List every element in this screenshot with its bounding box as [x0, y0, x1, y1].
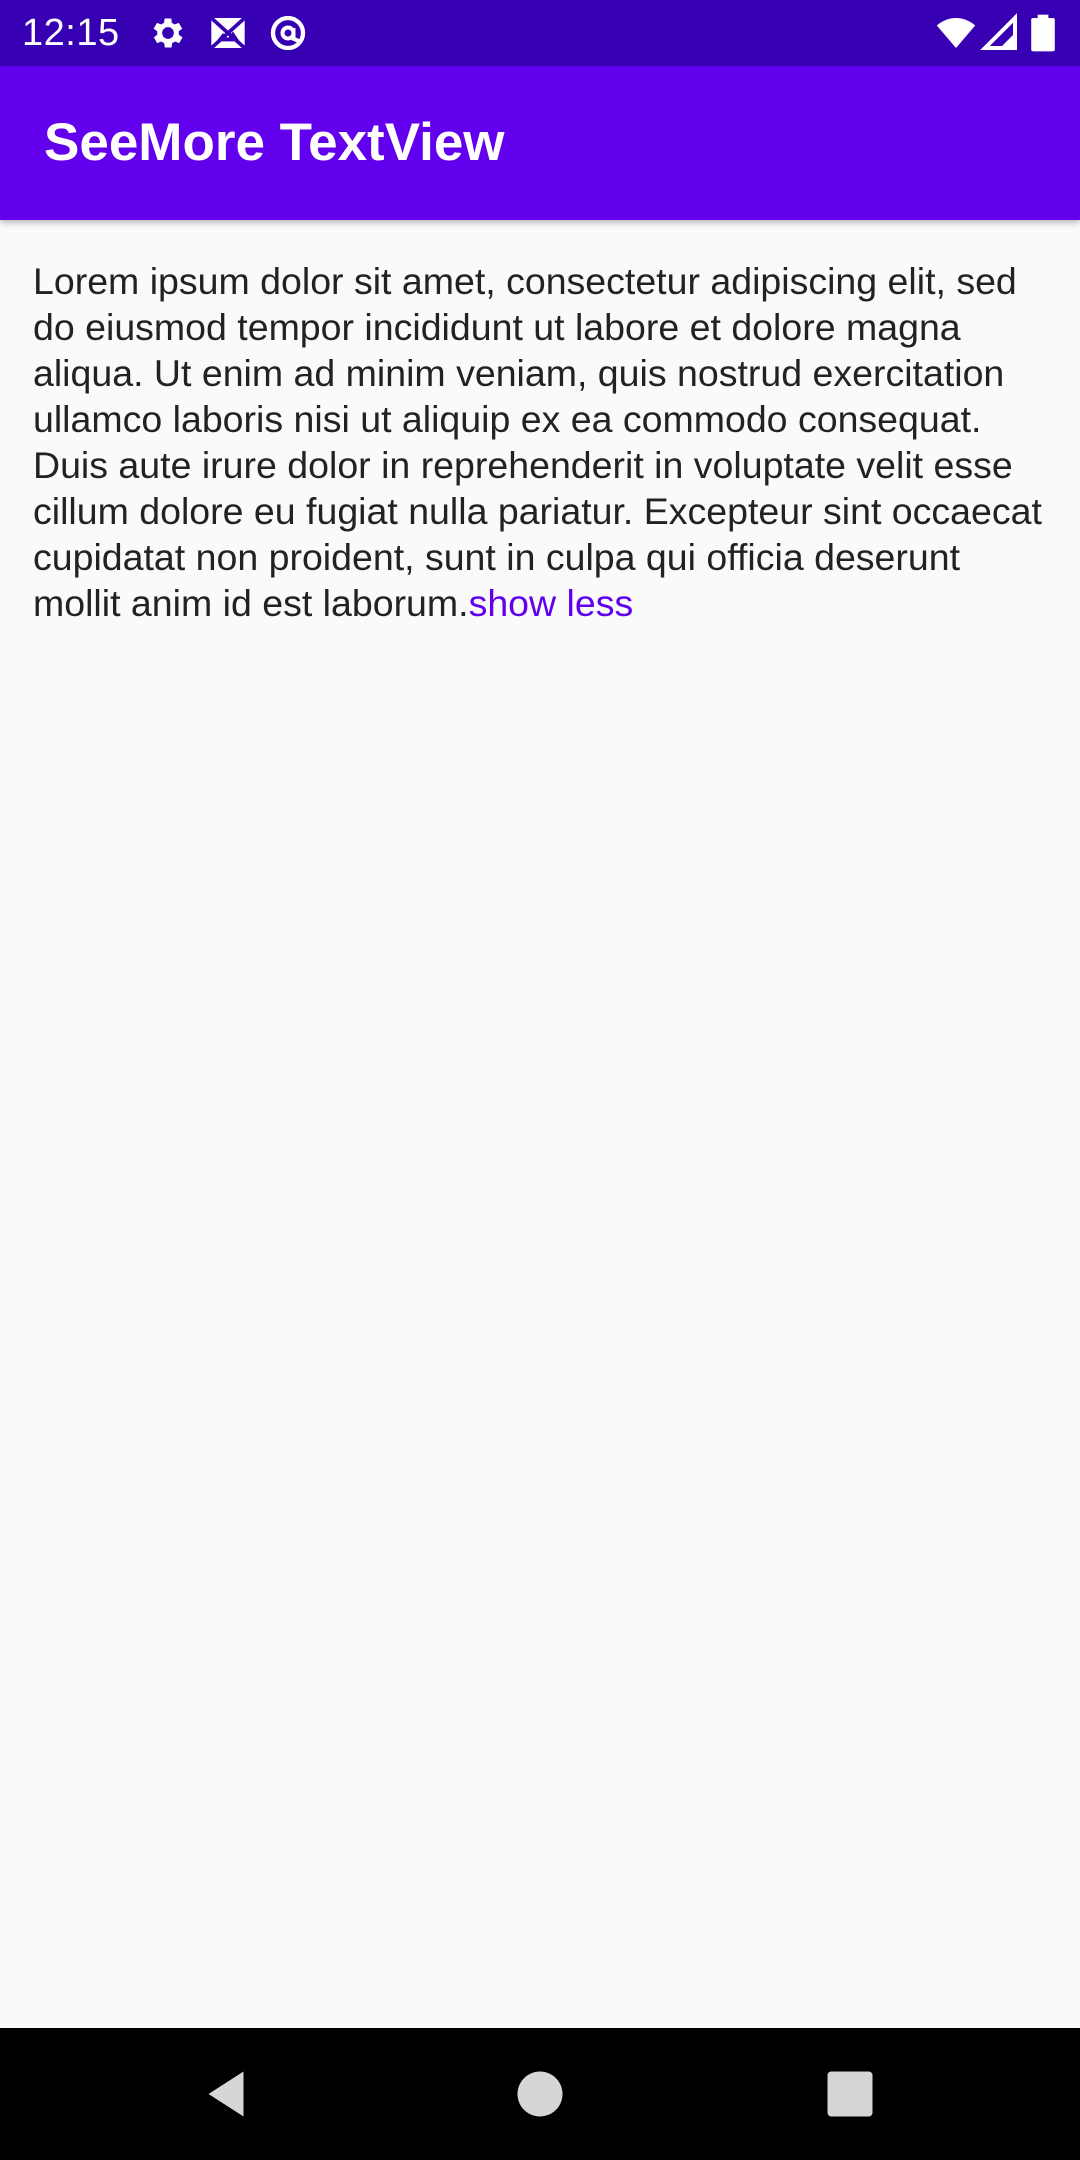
app-bar: SeeMore TextView	[0, 66, 1080, 220]
recents-icon[interactable]	[820, 2064, 880, 2124]
status-time: 12:15	[22, 12, 120, 54]
image-off-icon	[208, 13, 248, 53]
status-bar: 12:15	[0, 0, 1080, 66]
battery-icon	[1028, 13, 1058, 53]
wifi-icon	[936, 13, 976, 53]
signal-icon	[980, 13, 1020, 53]
body-text: Lorem ipsum dolor sit amet, consectetur …	[33, 260, 1042, 624]
show-less-link[interactable]: show less	[469, 582, 634, 624]
expandable-text-view[interactable]: Lorem ipsum dolor sit amet, consectetur …	[33, 258, 1048, 626]
at-sign-icon	[268, 13, 308, 53]
app-title: SeeMore TextView	[44, 113, 505, 172]
navigation-bar	[0, 2028, 1080, 2160]
home-icon[interactable]	[510, 2064, 570, 2124]
gear-icon	[148, 13, 188, 53]
back-icon[interactable]	[196, 2064, 256, 2124]
